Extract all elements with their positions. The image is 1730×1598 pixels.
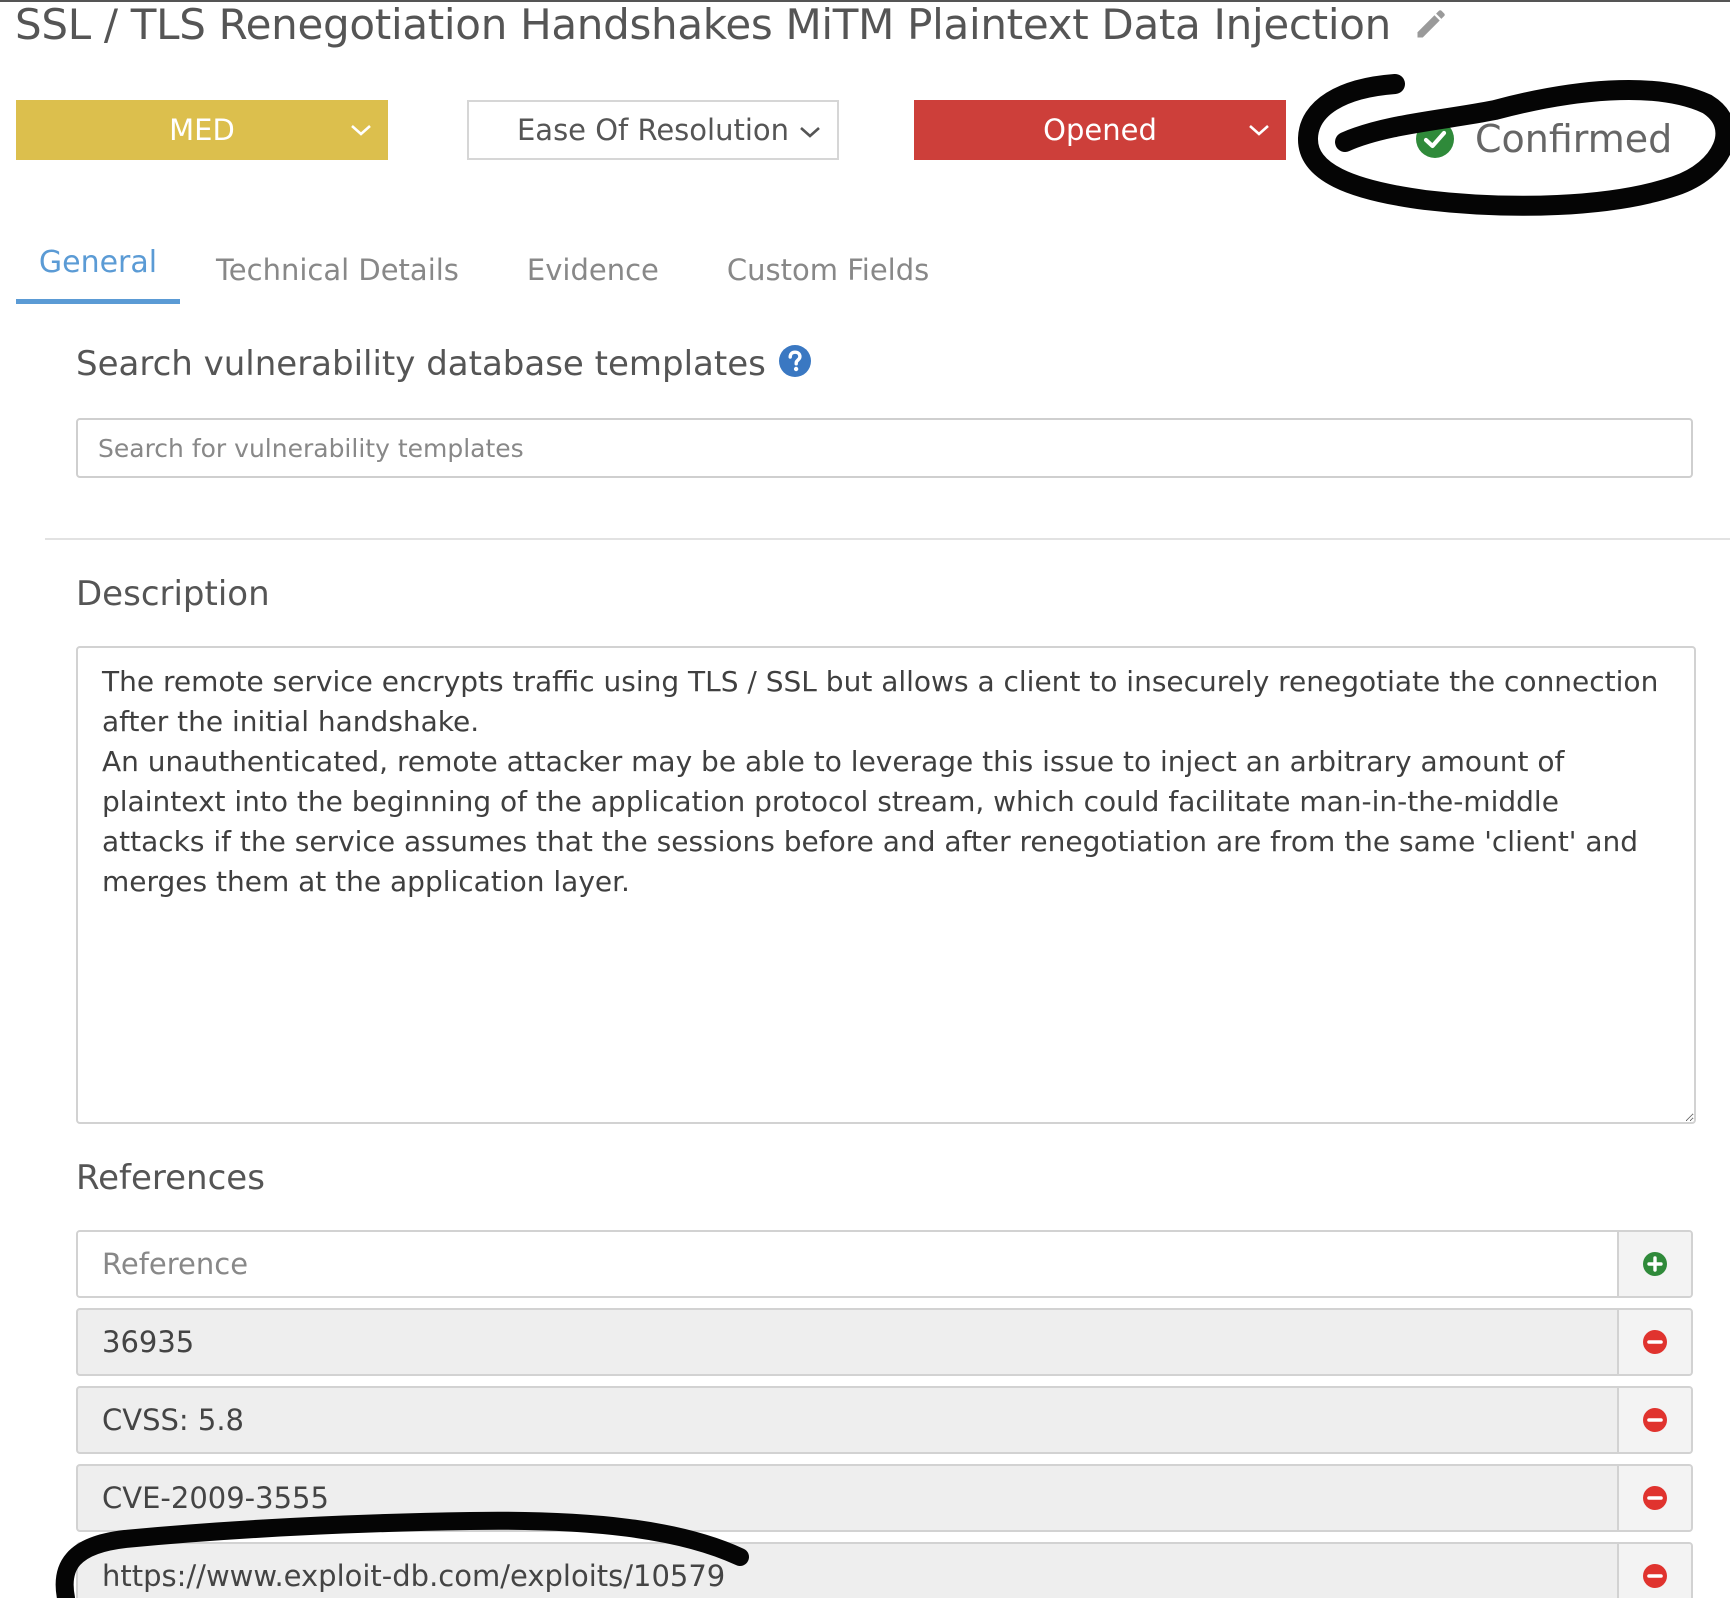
tab-custom-fields[interactable]: Custom Fields	[727, 232, 929, 304]
minus-circle-icon	[1643, 1564, 1667, 1588]
description-heading: Description	[76, 574, 270, 614]
add-reference-button[interactable]	[1617, 1232, 1691, 1296]
minus-circle-icon	[1643, 1330, 1667, 1354]
status-value: Opened	[1043, 113, 1157, 147]
vulnerability-editor: SSL / TLS Renegotiation Handshakes MiTM …	[0, 0, 1730, 1598]
template-search-heading: Search vulnerability database templates	[76, 344, 812, 384]
check-circle-icon	[1416, 120, 1454, 158]
severity-dropdown[interactable]: MED	[16, 100, 388, 160]
remove-reference-button[interactable]	[1617, 1388, 1691, 1452]
section-divider	[45, 538, 1730, 540]
reference-value[interactable]: CVSS: 5.8	[78, 1388, 1617, 1452]
severity-value: MED	[169, 113, 235, 147]
remove-reference-button[interactable]	[1617, 1310, 1691, 1374]
tab-general[interactable]: General	[16, 232, 180, 304]
minus-circle-icon	[1643, 1408, 1667, 1432]
pencil-icon[interactable]	[1413, 6, 1449, 42]
reference-value[interactable]: https://www.exploit-db.com/exploits/1057…	[78, 1544, 1617, 1598]
reference-item: CVSS: 5.8	[76, 1386, 1693, 1454]
reference-input[interactable]	[78, 1232, 1617, 1296]
tab-bar: General Technical Details Evidence Custo…	[16, 232, 929, 304]
status-dropdown[interactable]: Opened	[914, 100, 1286, 160]
confirmed-toggle[interactable]: Confirmed	[1415, 113, 1672, 165]
reference-value[interactable]: 36935	[78, 1310, 1617, 1374]
remove-reference-button[interactable]	[1617, 1544, 1691, 1598]
template-search-input[interactable]	[76, 418, 1693, 478]
reference-value[interactable]: CVE-2009-3555	[78, 1466, 1617, 1530]
minus-circle-icon	[1643, 1486, 1667, 1510]
chevron-down-icon	[800, 127, 820, 138]
chevron-down-icon	[1249, 125, 1269, 136]
ease-of-resolution-value: Ease Of Resolution	[516, 113, 790, 147]
remove-reference-button[interactable]	[1617, 1466, 1691, 1530]
title-row: SSL / TLS Renegotiation Handshakes MiTM …	[15, 0, 1449, 49]
reference-input-row	[76, 1230, 1693, 1298]
tab-evidence[interactable]: Evidence	[527, 232, 659, 304]
vulnerability-title: SSL / TLS Renegotiation Handshakes MiTM …	[15, 0, 1391, 49]
reference-item: CVE-2009-3555	[76, 1464, 1693, 1532]
reference-item: https://www.exploit-db.com/exploits/1057…	[76, 1542, 1693, 1598]
tab-technical-details[interactable]: Technical Details	[216, 232, 459, 304]
reference-item: 36935	[76, 1308, 1693, 1376]
confirmed-label: Confirmed	[1475, 117, 1673, 161]
references-heading: References	[76, 1158, 265, 1198]
description-textarea[interactable]: The remote service encrypts traffic usin…	[76, 646, 1696, 1124]
question-circle-icon[interactable]	[778, 344, 812, 378]
plus-circle-icon	[1643, 1252, 1667, 1276]
chevron-down-icon	[351, 125, 371, 136]
ease-of-resolution-dropdown[interactable]: Ease Of Resolution	[467, 100, 839, 160]
template-search-heading-text: Search vulnerability database templates	[76, 344, 766, 384]
